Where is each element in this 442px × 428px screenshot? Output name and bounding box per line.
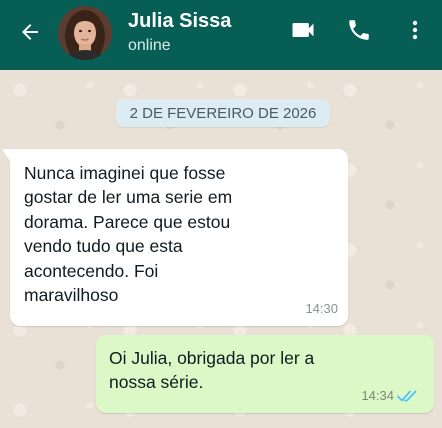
contact-name[interactable]: Julia Sissa xyxy=(128,10,231,33)
chat-header: Julia Sissa online xyxy=(0,0,442,70)
incoming-message-bubble[interactable]: Nunca imaginei que fosse gostar de ler u… xyxy=(2,149,348,326)
bubble-tail xyxy=(2,149,10,161)
back-button[interactable] xyxy=(12,16,48,52)
contact-status: online xyxy=(128,37,171,54)
message-line: Oi Julia, obrigada por ler a xyxy=(109,348,315,368)
message-line: gostar de ler uma serie em xyxy=(24,187,233,208)
avatar[interactable] xyxy=(58,6,112,60)
double-check-read-icon xyxy=(396,388,422,404)
message-time: 14:34 xyxy=(361,388,394,403)
message-line: maravilhoso xyxy=(24,285,119,306)
phone-icon xyxy=(346,17,372,48)
message-line: dorama. Parece que estou xyxy=(24,211,231,232)
message-time: 14:30 xyxy=(305,301,338,316)
more-vert-icon xyxy=(403,18,427,47)
date-separator: 2 DE FEVEREIRO DE 2026 xyxy=(116,99,330,127)
message-text: Nunca imaginei que fosse gostar de ler u… xyxy=(24,161,314,307)
videocam-icon xyxy=(289,16,317,49)
more-options-button[interactable] xyxy=(398,15,432,49)
message-line: Nunca imaginei que fosse xyxy=(24,163,226,183)
video-call-button[interactable] xyxy=(286,15,320,49)
outgoing-message-bubble[interactable]: Oi Julia, obrigada por ler a nossa série… xyxy=(96,335,434,413)
arrow-left-icon xyxy=(18,20,42,49)
message-line: acontecendo. Foi xyxy=(24,260,159,281)
voice-call-button[interactable] xyxy=(342,15,376,49)
message-line: vendo tudo que esta xyxy=(24,236,183,257)
